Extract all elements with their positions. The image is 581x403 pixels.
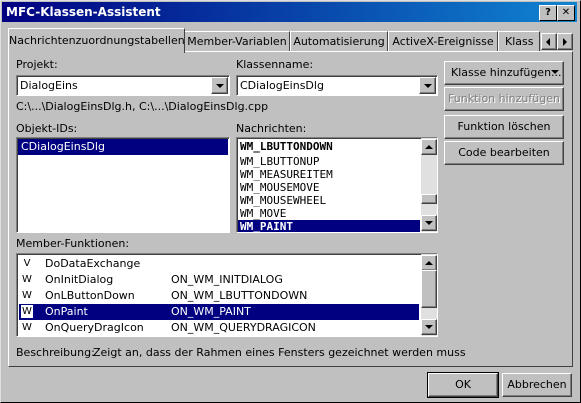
abbrechen-button[interactable]: Abbrechen — [502, 373, 572, 397]
chevron-down-icon — [424, 84, 432, 88]
member-funktionen-scrollbar[interactable] — [421, 254, 437, 336]
function-map: ON_WM_QUERYDRAGICON — [171, 321, 316, 334]
nachrichten-label: Nachrichten: — [236, 122, 307, 135]
tab-label: Member-Variablen — [187, 35, 287, 48]
chevron-down-icon — [425, 221, 433, 225]
tab-label: Nachrichtenzuordnungstabellen — [9, 34, 185, 47]
projekt-combo[interactable]: DialogEins — [16, 75, 230, 96]
function-map: ON_WM_PAINT — [171, 305, 251, 318]
function-name: OnQueryDragIcon — [45, 321, 144, 334]
chevron-down-icon — [216, 84, 224, 88]
arrow-left-icon — [546, 38, 550, 46]
beschreibung-text: Zeigt an, dass der Rahmen eines Fensters… — [93, 346, 466, 359]
tab-nachrichtenzuordnungstabellen[interactable]: Nachrichtenzuordnungstabellen — [8, 28, 185, 53]
chevron-up-icon — [425, 261, 433, 265]
projekt-value: DialogEins — [20, 79, 78, 92]
klasse-hinzufuegen-button[interactable]: Klasse hinzufügen... — [444, 61, 564, 85]
list-item[interactable]: WM_MEASUREITEM — [238, 168, 420, 181]
klassenname-value: CDialogEinsDlg — [240, 79, 324, 92]
list-item[interactable]: WM_MOUSEWHEEL — [238, 194, 420, 207]
tab-label: Klass — [505, 35, 534, 48]
list-item[interactable]: WM_MOUSEMOVE — [238, 181, 420, 194]
message-handler-icon: W — [22, 274, 32, 285]
klassenname-combo[interactable]: CDialogEinsDlg — [236, 75, 438, 96]
function-name: OnLButtonDown — [45, 289, 135, 302]
scroll-up-button[interactable] — [421, 255, 437, 271]
function-name: OnPaint — [45, 305, 88, 318]
title-bar[interactable]: MFC-Klassen-Assistent ? ✕ — [2, 2, 577, 22]
function-map: ON_WM_INITDIALOG — [171, 273, 283, 286]
table-row[interactable]: W OnQueryDragIcon ON_WM_QUERYDRAGICON — [19, 320, 419, 336]
member-funktionen-list[interactable]: V DoDataExchange W OnInitDialog ON_WM_IN… — [16, 253, 438, 337]
tab-scroll-right-button[interactable] — [557, 33, 573, 50]
objekt-ids-list[interactable]: CDialogEinsDlg — [16, 137, 230, 233]
projekt-dropdown-button[interactable] — [211, 77, 228, 94]
tab-klasseninfo[interactable]: Klass — [498, 31, 540, 52]
nachrichten-scrollbar[interactable] — [421, 138, 437, 232]
projekt-label: Projekt: — [16, 58, 58, 71]
table-row[interactable]: W OnInitDialog ON_WM_INITDIALOG — [19, 272, 419, 288]
scroll-down-button[interactable] — [421, 319, 437, 335]
message-handler-icon: W — [22, 290, 32, 301]
close-button[interactable]: ✕ — [557, 5, 575, 21]
files-path: C:\...\DialogEinsDlg.h, C:\...\DialogEin… — [16, 100, 269, 113]
tab-label: Automatisierung — [293, 35, 385, 48]
funktion-loeschen-button[interactable]: Funktion löschen — [444, 115, 564, 139]
function-name: OnInitDialog — [45, 273, 114, 286]
scroll-up-button[interactable] — [421, 139, 437, 155]
help-button[interactable]: ? — [539, 5, 557, 21]
member-funktionen-label: Member-Funktionen: — [16, 237, 130, 250]
list-item[interactable]: CDialogEinsDlg — [18, 139, 228, 155]
list-item[interactable]: WM_MOVE — [238, 207, 420, 220]
code-bearbeiten-button[interactable]: Code bearbeiten — [444, 141, 564, 165]
message-handler-icon: W — [22, 322, 32, 333]
table-row[interactable]: W OnLButtonDown ON_WM_LBUTTONDOWN — [19, 288, 419, 304]
close-icon: ✕ — [561, 7, 571, 18]
arrow-right-icon — [563, 38, 567, 46]
virtual-function-icon: V — [23, 258, 31, 269]
function-map: ON_WM_LBUTTONDOWN — [171, 289, 308, 302]
tab-label: ActiveX-Ereignisse — [392, 35, 494, 48]
beschreibung-label: Beschreibung: — [16, 346, 95, 359]
list-item[interactable]: WM_LBUTTONDOWN — [238, 139, 420, 155]
table-row-selected[interactable]: W OnPaint ON_WM_PAINT — [19, 304, 419, 320]
nachrichten-list[interactable]: WM_LBUTTONDOWN WM_LBUTTONUP WM_MEASUREIT… — [236, 137, 438, 233]
scroll-thumb[interactable] — [421, 194, 437, 204]
scroll-down-button[interactable] — [421, 215, 437, 231]
scroll-thumb[interactable] — [421, 270, 437, 308]
window-title: MFC-Klassen-Assistent — [6, 5, 161, 19]
funktion-hinzufuegen-button[interactable]: Funktion hinzufügen — [444, 87, 564, 111]
chevron-up-icon — [425, 145, 433, 149]
objekt-ids-label: Objekt-IDs: — [16, 122, 78, 135]
ok-button[interactable]: OK — [427, 372, 499, 398]
function-name: DoDataExchange — [45, 257, 141, 270]
klassenname-dropdown-button[interactable] — [419, 77, 436, 94]
tab-activex-ereignisse[interactable]: ActiveX-Ereignisse — [388, 31, 498, 52]
tab-automatisierung[interactable]: Automatisierung — [290, 31, 388, 52]
list-item[interactable]: WM_LBUTTONUP — [238, 155, 420, 168]
tab-member-variablen[interactable]: Member-Variablen — [184, 31, 290, 52]
klasse-hinzufuegen-label: Klasse hinzufügen... — [451, 66, 562, 79]
message-handler-icon: W — [21, 305, 33, 318]
chevron-down-icon — [425, 325, 433, 329]
chevron-down-icon — [551, 70, 559, 74]
tab-scroll-left-button[interactable] — [541, 33, 557, 50]
list-item-selected[interactable]: WM_PAINT — [238, 220, 420, 232]
klassenname-label: Klassenname: — [236, 58, 314, 71]
table-row[interactable]: V DoDataExchange — [19, 256, 419, 272]
help-icon: ? — [545, 7, 551, 18]
